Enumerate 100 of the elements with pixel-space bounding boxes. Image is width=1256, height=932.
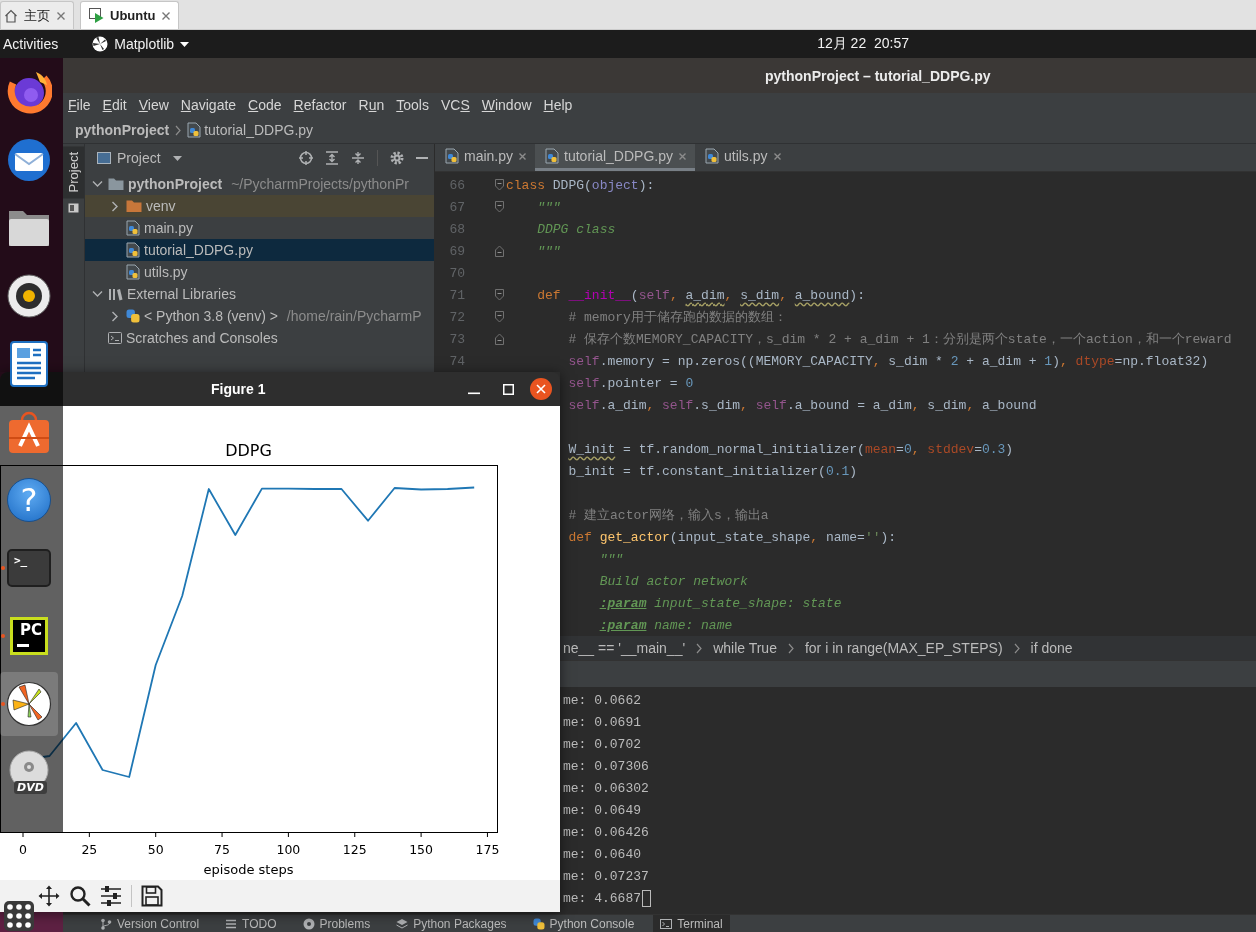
app-menu-button[interactable]: Matplotlib: [92, 36, 190, 52]
dock-launcher[interactable]: >_: [0, 536, 58, 600]
code-line: class DDPG(object):: [506, 177, 655, 193]
tree-item[interactable]: utils.py: [85, 261, 434, 283]
code-line: W_init = tf.random_normal_initializer(mean=0, stddev=0.3): [568, 441, 1014, 457]
tool-window-tab[interactable]: Problems: [295, 915, 378, 932]
breadcrumb-item[interactable]: for i in range(MAX_EP_STEPS): [804, 640, 1003, 656]
code-line: """: [537, 199, 561, 215]
menu-item[interactable]: Window: [481, 97, 532, 113]
line-number: 69: [448, 243, 465, 259]
tool-window-tab[interactable]: Python Packages: [389, 915, 514, 932]
breadcrumb-item[interactable]: ne__ == '__main__': [563, 640, 686, 656]
chevron-right-icon[interactable]: [111, 310, 119, 322]
python-file-icon: [187, 122, 202, 138]
tool-window-tab[interactable]: Python Console: [525, 915, 642, 932]
menu-item[interactable]: Run: [358, 97, 385, 113]
code-line: DDPG class: [537, 221, 616, 237]
tree-item[interactable]: venv: [85, 195, 434, 217]
app-grid-icon[interactable]: [4, 901, 34, 931]
code-line: :param input_state_shape: state: [599, 595, 842, 611]
line-number: 70: [448, 265, 465, 281]
activities-button[interactable]: Activities: [0, 36, 62, 52]
tree-item[interactable]: tutorial_DDPG.py: [85, 239, 434, 261]
terminal-line: me: 0.07306: [563, 758, 649, 774]
tree-item[interactable]: main.py: [85, 217, 434, 239]
tool-window-tab[interactable]: Terminal: [653, 915, 730, 932]
line-number: 68: [448, 221, 465, 237]
editor-tab[interactable]: main.py: [435, 144, 536, 171]
fold-marker-icon[interactable]: [495, 179, 504, 191]
line-number: 67: [448, 199, 465, 215]
tree-item[interactable]: pythonProject ~/PycharmProjects/pythonPr: [85, 173, 434, 195]
tool-window-tab[interactable]: Version Control: [93, 915, 207, 932]
python-file-icon: [126, 220, 140, 236]
menu-item[interactable]: File: [68, 97, 91, 113]
editor-tab[interactable]: utils.py: [694, 144, 790, 171]
chevron-icon: [175, 124, 182, 136]
gear-icon[interactable]: [390, 151, 404, 165]
crosshair-icon[interactable]: [299, 151, 313, 165]
menu-item[interactable]: Edit: [102, 97, 127, 113]
terminal-prompt-icon: [660, 917, 673, 930]
code-line: # memory用于储存跑的数据的数组：: [568, 309, 787, 326]
tree-item[interactable]: External Libraries: [85, 283, 434, 305]
editor-tab[interactable]: tutorial_DDPG.py: [535, 144, 695, 171]
sliders-icon[interactable]: [100, 885, 122, 907]
dock-launcher[interactable]: [0, 672, 58, 736]
line-number: 73: [448, 331, 465, 347]
terminal-line: me: 0.06302: [563, 780, 649, 796]
window-title: pythonProject – tutorial_DDPG.py: [765, 67, 991, 84]
fold-marker-icon[interactable]: [495, 333, 504, 345]
fold-marker-icon[interactable]: [495, 289, 504, 301]
move-arrows-icon[interactable]: [38, 885, 60, 907]
chevron-right-icon[interactable]: [111, 200, 119, 212]
chevron-down-icon[interactable]: [91, 180, 103, 188]
chevron-icon: [1013, 642, 1020, 654]
breadcrumb-item[interactable]: pythonProject: [75, 122, 170, 138]
python-file-icon: [445, 148, 459, 164]
magnifier-icon[interactable]: [69, 885, 91, 907]
tool-window-tab[interactable]: Project: [63, 146, 84, 199]
tick-label: 175: [475, 842, 500, 857]
globe-icon: [6, 69, 52, 115]
tool-window-tab[interactable]: TODO: [218, 915, 284, 932]
folder-icon: [6, 208, 52, 248]
view-dropdown[interactable]: Project: [117, 150, 182, 166]
browser-tab[interactable]: 主页: [0, 1, 74, 29]
dock-launcher[interactable]: PC: [0, 604, 58, 668]
breadcrumb-item[interactable]: if done: [1030, 640, 1073, 656]
layers-icon: [396, 917, 409, 930]
fold-marker-icon[interactable]: [495, 201, 504, 213]
list-icon: [225, 917, 238, 930]
tree-item[interactable]: Scratches and Consoles: [85, 327, 434, 349]
menu-item[interactable]: Code: [248, 97, 282, 113]
collapse-all-icon[interactable]: [351, 151, 365, 165]
menu-item[interactable]: Tools: [396, 97, 429, 113]
terminal-line: me: 0.07237: [563, 868, 649, 884]
clock[interactable]: 12月 22 20:57: [817, 35, 909, 53]
maximize-icon[interactable]: [503, 383, 514, 395]
expand-all-icon[interactable]: [325, 151, 339, 165]
code-line: Build actor network: [599, 573, 748, 589]
terminal-line: me: 0.06426: [563, 824, 649, 840]
menu-item[interactable]: VCS: [440, 97, 470, 113]
caret-icon: [172, 155, 182, 161]
menu-item[interactable]: Refactor: [293, 97, 347, 113]
menu-item[interactable]: Navigate: [180, 97, 237, 113]
panel-icon[interactable]: [68, 203, 79, 214]
fold-marker-icon[interactable]: [495, 311, 504, 323]
breadcrumb-item[interactable]: while True: [713, 640, 777, 656]
code-line: self.a_dim, self.s_dim, self.a_bound = a_dim, s_dim, a_bound: [568, 397, 1037, 413]
axis-label: episode steps: [203, 862, 294, 877]
fold-marker-icon[interactable]: [495, 245, 504, 257]
menu-item[interactable]: View: [138, 97, 169, 113]
terminal-line: me: 0.0649: [563, 802, 641, 818]
menu-item[interactable]: Help: [543, 97, 573, 113]
close-icon[interactable]: [530, 378, 552, 400]
tick-label: 0: [19, 842, 27, 857]
browser-tab[interactable]: Ubuntu: [80, 1, 180, 29]
code-line: """: [537, 243, 561, 259]
dock-launcher[interactable]: DVD: [0, 740, 58, 804]
chevron-down-icon[interactable]: [91, 290, 103, 298]
tree-item[interactable]: < Python 3.8 (venv) > /home/rain/PycharmP: [85, 305, 434, 327]
breadcrumb-item[interactable]: tutorial_DDPG.py: [187, 122, 314, 138]
